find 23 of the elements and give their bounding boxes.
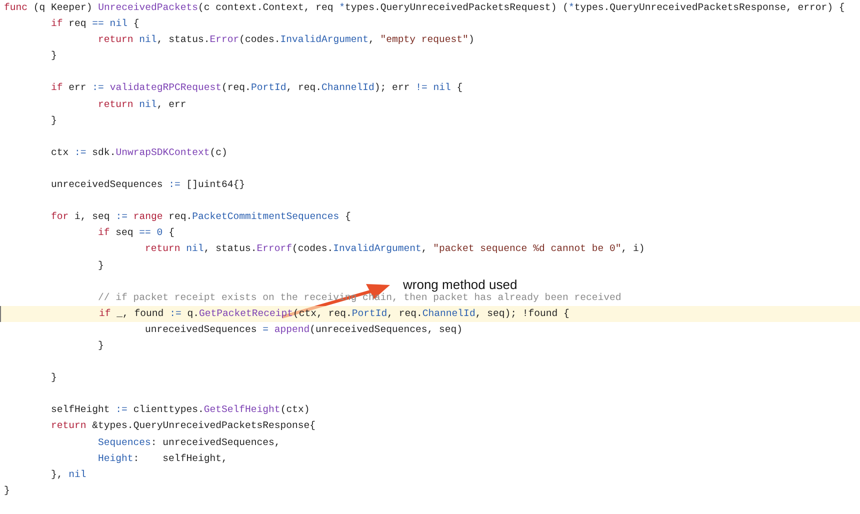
code-line: } [51,114,57,128]
annotation-label: wrong method used [403,277,518,292]
code-line: } [51,371,57,386]
code-line: return nil, err [98,98,186,112]
code-line: unreceivedSequences = append(unreceivedSequences, seq) [145,322,462,337]
code-line: return nil, status.Error(codes.InvalidArgument, "empty request") [98,33,474,48]
code-line: func (q Keeper) UnreceivedPackets(c context.Context, req *types.QueryUnreceivedPacketsRequest) (*types.QueryUnreceivedPacketsResponse, error) { [4,1,845,15]
code-line: } [98,338,104,353]
code-line: return &types.QueryUnreceivedPacketsResponse{ [51,419,316,434]
code-line: unreceivedSequences := []uint64{} [51,178,246,192]
code-line: if err := validategRPCRequest(req.PortId, req.ChannelId); err != nil { [51,81,463,96]
code-line: Sequences: unreceivedSequences, [98,436,280,450]
code-line: }, nil [51,468,86,482]
code-line: } [51,49,57,64]
code-line: ctx := sdk.UnwrapSDKContext(c) [51,146,228,160]
code-line: } [98,258,104,272]
code-line: for i, seq := range req.PacketCommitmentSequences { [51,210,351,224]
code-line: return nil, status.Errorf(codes.InvalidArgument, "packet sequence %d cannot be 0", i) [145,242,645,256]
code-line: if seq == 0 { [98,226,174,240]
code-line: if req == nil { [51,17,140,32]
code-line: Height: selfHeight, [98,452,228,466]
code-line: selfHeight := clienttypes.GetSelfHeight(ctx) [51,403,310,418]
code-line: } [4,484,10,498]
